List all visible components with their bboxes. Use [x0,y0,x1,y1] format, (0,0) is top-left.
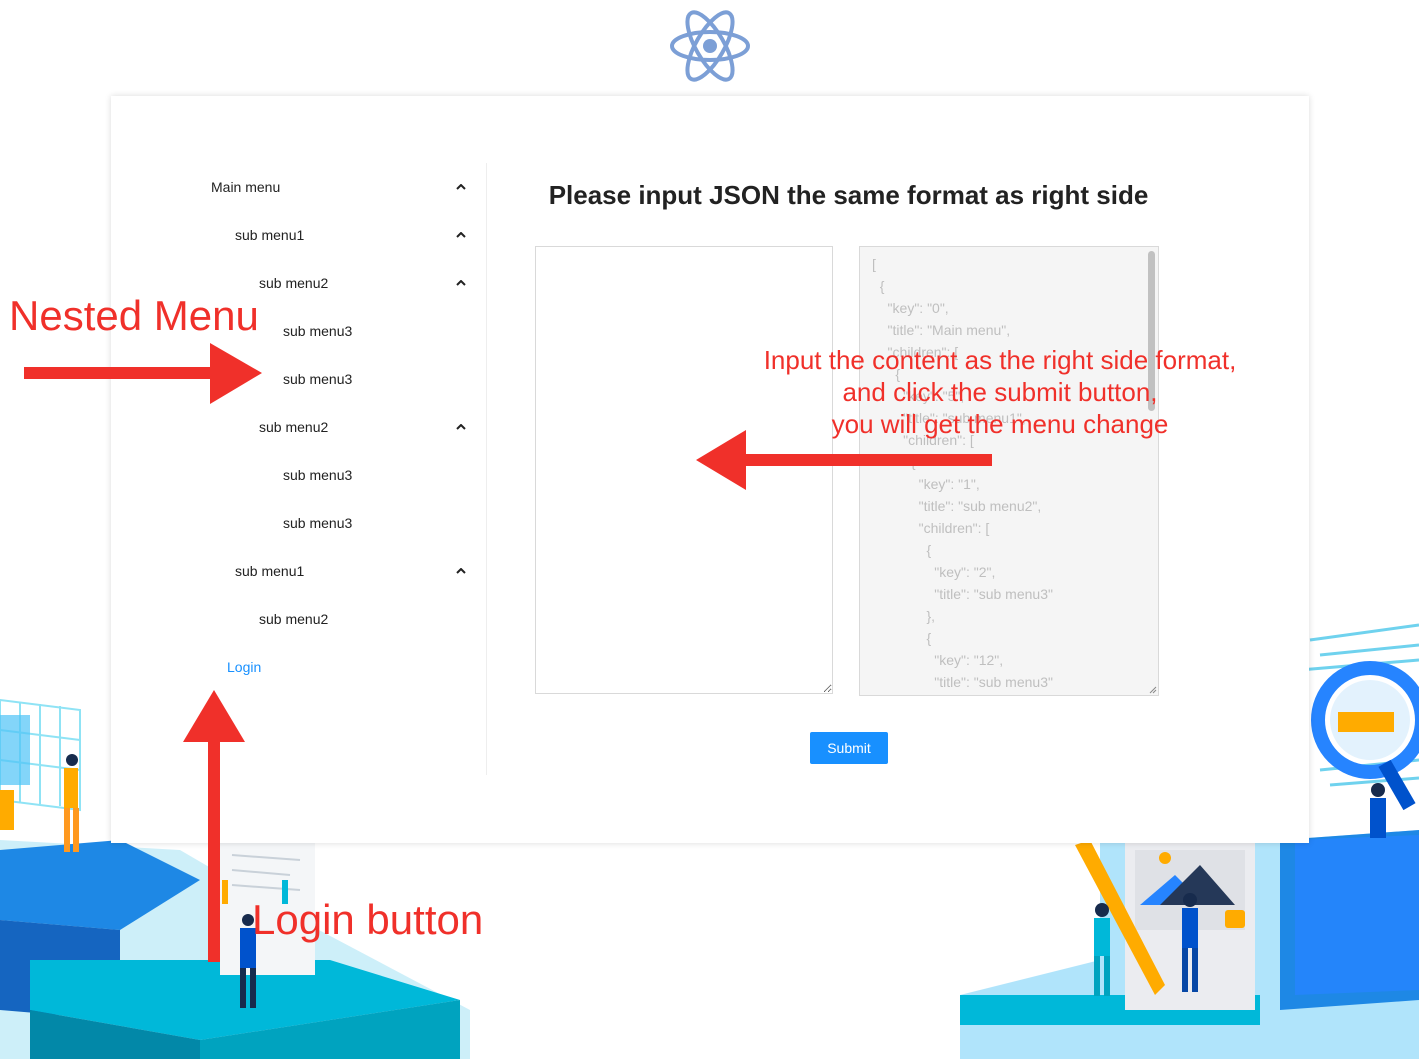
annotation-input-hint: Input the content as the right side form… [740,344,1260,440]
annotation-nested-menu: Nested Menu [9,292,259,339]
menu-item-sub-menu3[interactable]: sub menu3 [283,499,469,547]
login-label: Login [227,659,262,675]
submit-button[interactable]: Submit [810,732,888,764]
menu-item-label: Main menu [211,179,281,195]
json-input[interactable] [535,246,833,694]
chevron-up-icon [453,259,469,307]
chevron-up-icon [453,211,469,259]
main-card: Main menu sub menu1 sub menu2 sub menu3 … [111,96,1309,843]
menu-item-label: sub menu3 [283,467,353,483]
json-example-text: [ { "key": "0", "title": "Main menu", "c… [872,256,1053,690]
menu-item-label: sub menu1 [235,563,305,579]
annotation-input-hint-line: Input the content as the right side form… [763,345,1237,375]
menu-item-sub-menu2[interactable]: sub menu2 [259,595,469,643]
menu-item-label: sub menu3 [283,323,353,339]
annotation-input-hint-line: and click the submit button, [842,377,1158,407]
login-button[interactable]: Login [227,643,469,691]
menu-item-label: sub menu2 [259,275,329,291]
menu-item-label: sub menu1 [235,227,305,243]
menu-item-sub-menu3[interactable]: sub menu3 [283,451,469,499]
menu-item-sub-menu3[interactable]: sub menu3 [283,307,469,355]
json-example-box[interactable]: [ { "key": "0", "title": "Main menu", "c… [859,246,1159,696]
annotation-login-button: Login button [252,896,484,943]
menu-item-sub-menu3[interactable]: sub menu3 [283,355,469,403]
chevron-up-icon [453,547,469,595]
page-title: Please input JSON the same format as rig… [548,180,1149,210]
nested-menu: Main menu sub menu1 sub menu2 sub menu3 … [111,163,487,775]
menu-item-sub-menu2[interactable]: sub menu2 [259,259,469,307]
menu-item-main-menu[interactable]: Main menu [211,163,469,211]
chevron-up-icon [453,163,469,211]
annotation-input-hint-line: you will get the menu change [831,409,1169,439]
resize-handle-icon[interactable] [1147,684,1157,694]
menu-item-sub-menu2[interactable]: sub menu2 [259,403,469,451]
menu-item-label: sub menu2 [259,419,329,435]
menu-item-sub-menu1[interactable]: sub menu1 [235,211,469,259]
menu-item-label: sub menu3 [283,371,353,387]
react-logo-icon [670,10,750,82]
menu-item-label: sub menu2 [259,611,329,627]
menu-item-sub-menu1[interactable]: sub menu1 [235,547,469,595]
menu-item-label: sub menu3 [283,515,353,531]
chevron-up-icon [453,403,469,451]
